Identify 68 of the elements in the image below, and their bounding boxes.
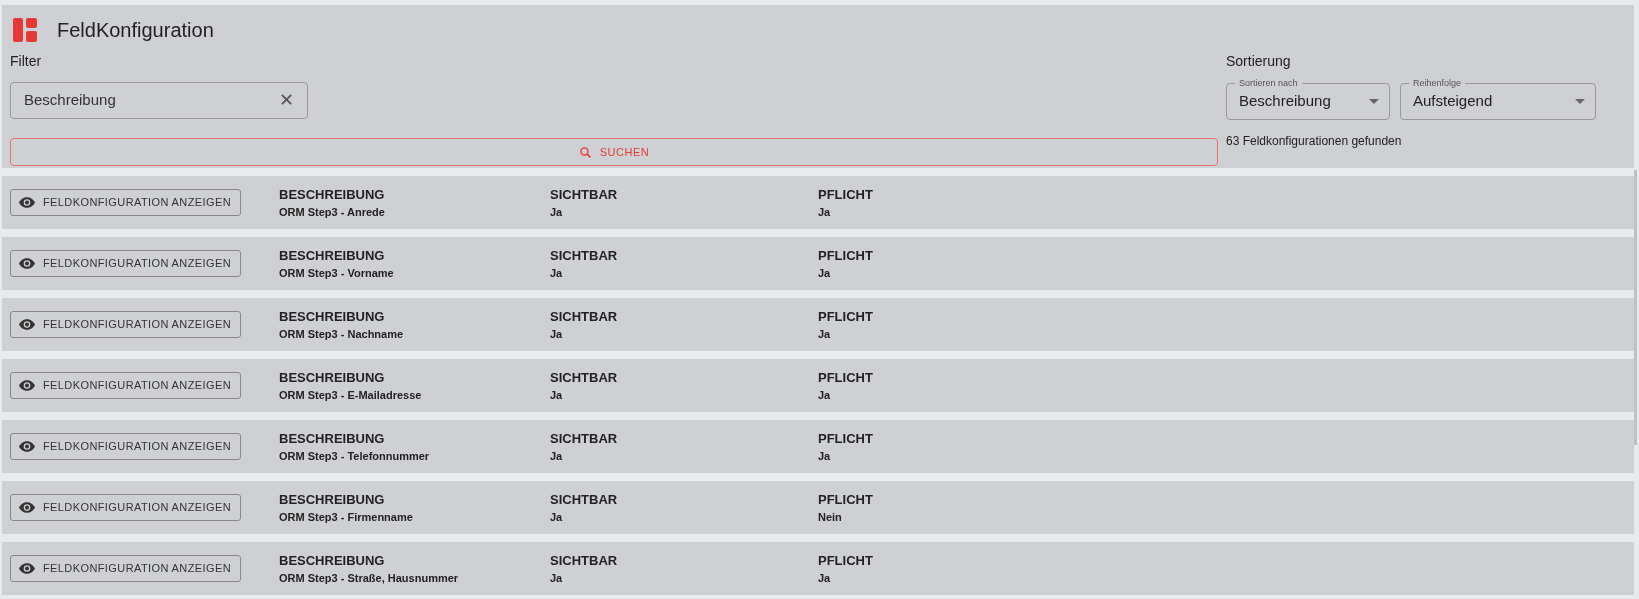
eye-icon (19, 258, 35, 269)
eye-icon (19, 319, 35, 330)
eye-icon (19, 563, 35, 574)
field-heading: SICHTBAR (550, 429, 619, 448)
eye-icon (19, 441, 35, 452)
eye-icon (19, 197, 35, 208)
clear-icon[interactable]: ✕ (279, 87, 294, 114)
field-heading: PFLICHT (818, 307, 874, 326)
field-heading: PFLICHT (818, 368, 874, 387)
field-value: Ja (818, 570, 832, 586)
show-button[interactable]: FELDKONFIGURATION ANZEIGEN (10, 189, 241, 216)
dropdown-icon (1575, 99, 1585, 104)
result-count: 63 Feldkonfigurationen gefunden (1226, 133, 1403, 150)
field-value: Ja (818, 204, 832, 220)
show-button[interactable]: FELDKONFIGURATION ANZEIGEN (10, 494, 241, 521)
filter-label: Filter (10, 52, 43, 71)
field-heading: BESCHREIBUNG (279, 551, 386, 570)
field-value: Ja (818, 387, 832, 403)
field-heading: BESCHREIBUNG (279, 490, 386, 509)
filter-field[interactable]: Beschreibung ✕ (10, 82, 308, 119)
field-label: Sortieren nach (1235, 77, 1302, 89)
field-value: ORM Step3 - Vorname (279, 265, 395, 281)
field-value: Nein (818, 509, 843, 525)
field-heading: SICHTBAR (550, 307, 619, 326)
field-value: Ja (550, 326, 564, 342)
eye-icon (19, 380, 35, 391)
logo-icon (13, 18, 37, 42)
field-heading: SICHTBAR (550, 246, 619, 265)
field-heading: SICHTBAR (550, 551, 619, 570)
field-value: Ja (818, 448, 832, 464)
page-title: FeldKonfiguration (57, 18, 214, 43)
show-button[interactable]: FELDKONFIGURATION ANZEIGEN (10, 433, 241, 460)
field-value: Ja (550, 448, 564, 464)
sorting-label: Sortierung (1226, 52, 1292, 71)
field-heading: SICHTBAR (550, 368, 619, 387)
field-value: Ja (550, 387, 564, 403)
field-value: ORM Step3 - E-Mailadresse (279, 387, 423, 403)
field-heading: BESCHREIBUNG (279, 429, 386, 448)
field-value: Ja (550, 570, 564, 586)
field-heading: BESCHREIBUNG (279, 246, 386, 265)
search-icon (578, 145, 592, 159)
field-heading: PFLICHT (818, 185, 874, 204)
field-heading: SICHTBAR (550, 185, 619, 204)
field-heading: BESCHREIBUNG (279, 368, 386, 387)
field-heading: PFLICHT (818, 490, 874, 509)
field-value: Ja (550, 509, 564, 525)
field-value: ORM Step3 - Straße, Hausnummer (279, 570, 460, 586)
eye-icon (19, 502, 35, 513)
show-button[interactable]: FELDKONFIGURATION ANZEIGEN (10, 555, 241, 582)
dropdown-icon (1369, 99, 1379, 104)
field-heading: PFLICHT (818, 429, 874, 448)
field-value: ORM Step3 - Anrede (279, 204, 386, 220)
field-value: Ja (550, 265, 564, 281)
field-value: ORM Step3 - Nachname (279, 326, 405, 342)
field-heading: BESCHREIBUNG (279, 185, 386, 204)
field-value: Ja (818, 326, 832, 342)
field-label: Reihenfolge (1409, 77, 1466, 89)
field-heading: BESCHREIBUNG (279, 307, 386, 326)
show-button[interactable]: FELDKONFIGURATION ANZEIGEN (10, 311, 241, 338)
field-value: ORM Step3 - Firmenname (279, 509, 414, 525)
field-heading: PFLICHT (818, 246, 874, 265)
field-value: ORM Step3 - Telefonnummer (279, 448, 431, 464)
field-heading: PFLICHT (818, 551, 874, 570)
show-button[interactable]: FELDKONFIGURATION ANZEIGEN (10, 250, 241, 277)
show-button[interactable]: FELDKONFIGURATION ANZEIGEN (10, 372, 241, 399)
field-heading: SICHTBAR (550, 490, 619, 509)
field-value: Ja (818, 265, 832, 281)
field-value: Ja (550, 204, 564, 220)
